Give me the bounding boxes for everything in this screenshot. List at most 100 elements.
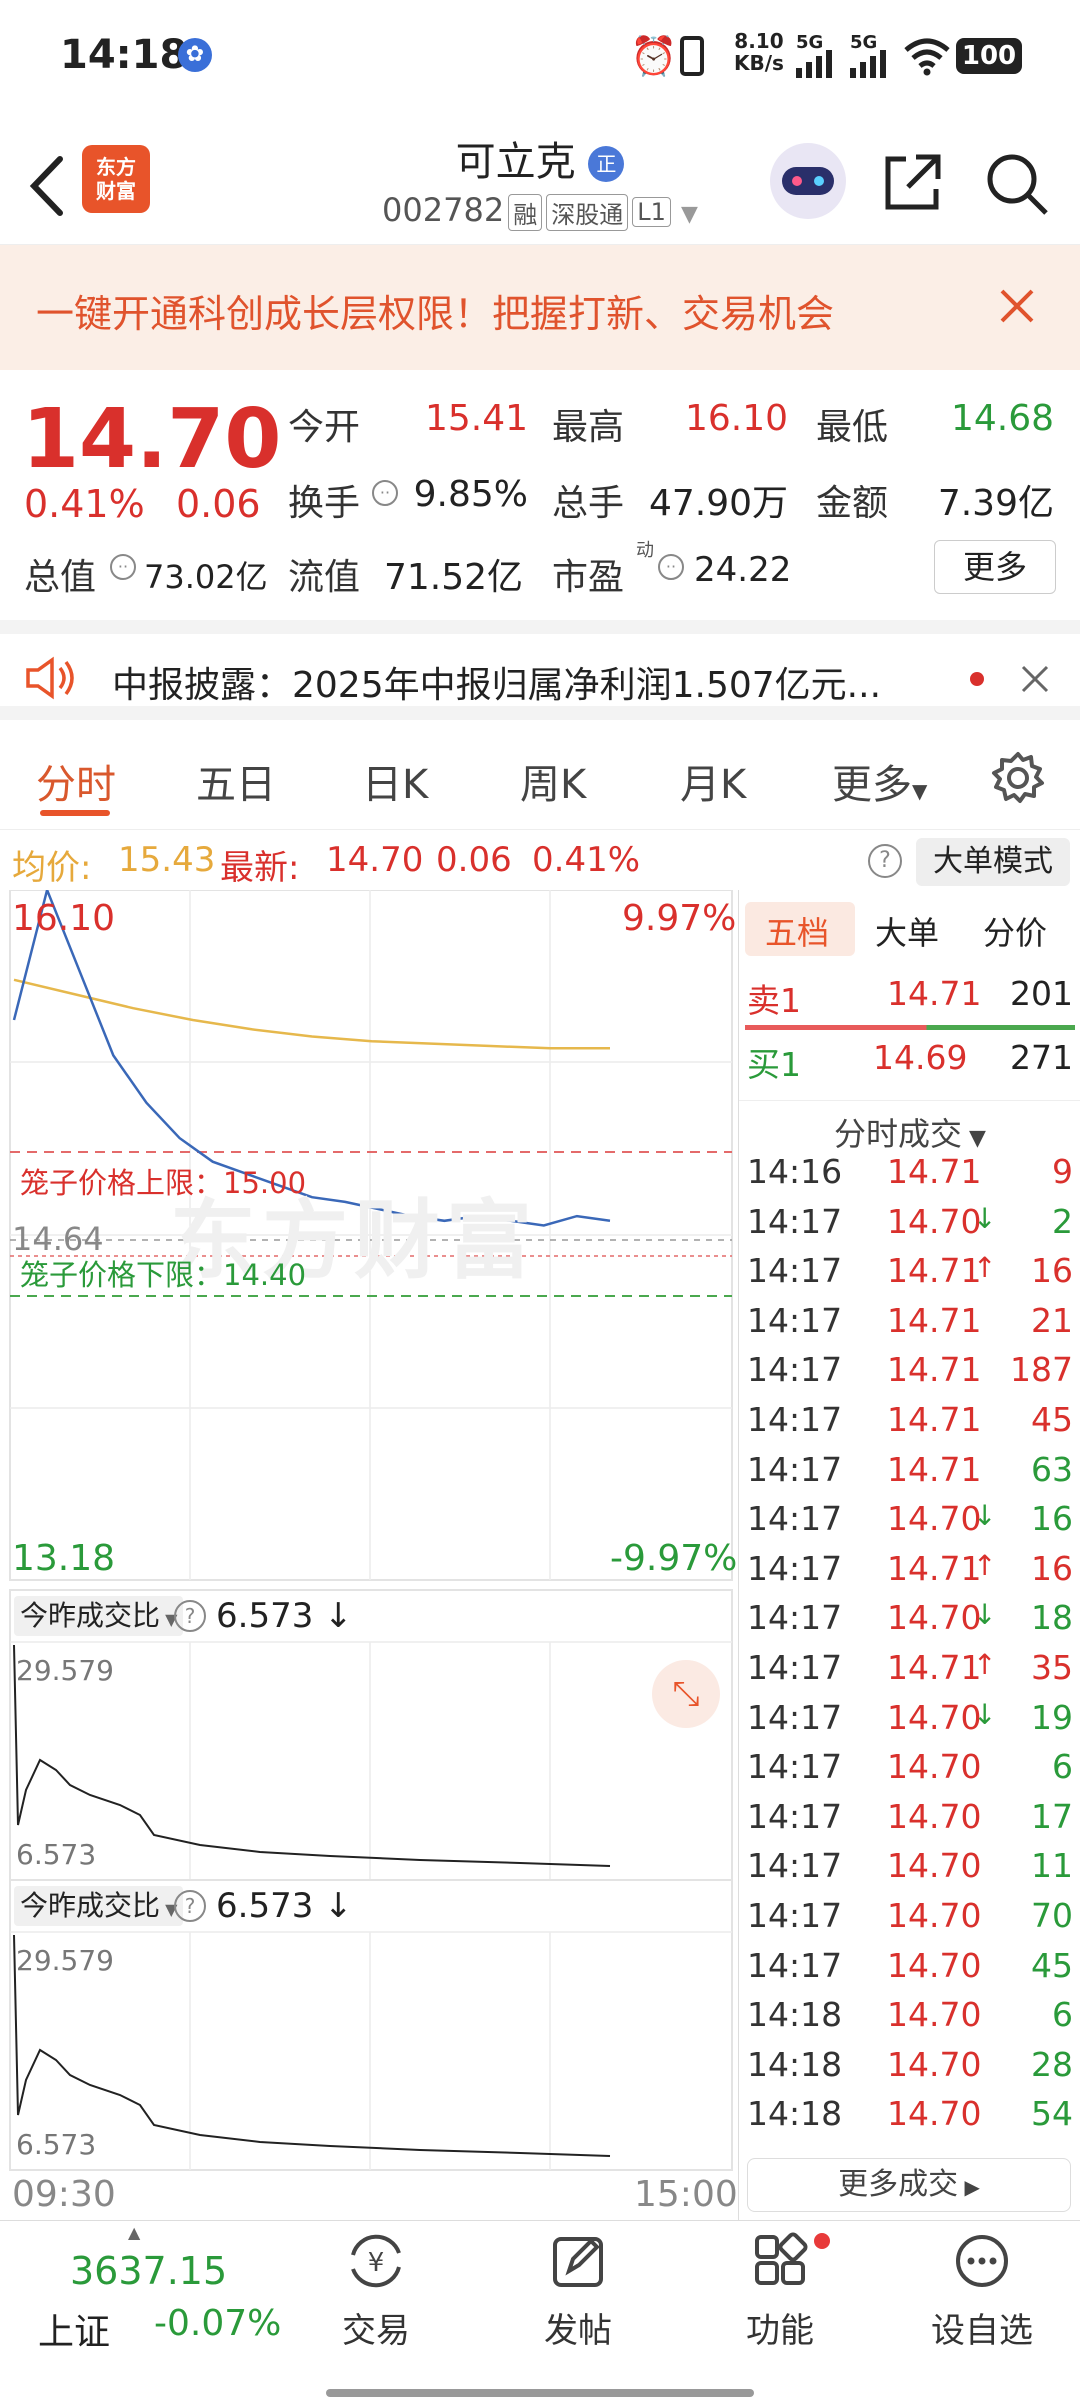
trade-row: 14:17 14.71 45	[739, 1400, 1080, 1450]
info-icon[interactable]: ··	[658, 554, 684, 580]
latest-value: 14.70	[326, 840, 424, 880]
buy1-row: 买1 14.69 271	[739, 1038, 1080, 1088]
price-summary-line: 均价: 15.43 最新: 14.70 0.06 0.41% ? 大单模式	[0, 830, 1080, 890]
tab-weekly-k[interactable]: 周K	[520, 752, 586, 810]
tab-daily-k[interactable]: 日K	[362, 752, 428, 810]
pe-label: 市盈	[552, 557, 625, 598]
trade-price: 14.71	[887, 1449, 982, 1489]
search-icon[interactable]	[984, 151, 1050, 217]
nav-trade[interactable]: ¥ 交易	[306, 2231, 446, 2352]
amount-label: 金额	[816, 483, 889, 524]
sell1-label: 卖1	[747, 981, 801, 1020]
book-tab-level5[interactable]: 五档	[765, 908, 829, 954]
sell-bar	[745, 1025, 1075, 1030]
avg-label: 均价:	[12, 848, 92, 888]
y-axis-bottom: 13.18	[12, 1538, 116, 1579]
nav-functions[interactable]: 功能	[710, 2231, 850, 2352]
trade-time: 14:17	[747, 1400, 843, 1439]
trade-row: 14:17 14.71 ↑ 16	[739, 1251, 1080, 1301]
trade-icon: ¥	[351, 2234, 401, 2288]
trade-price: 14.70	[887, 1201, 982, 1241]
news-ticker[interactable]: 中报披露：2025年中报归属净利润1.507亿元...	[0, 620, 1080, 720]
share-icon[interactable]	[880, 151, 944, 215]
status-bar: 14:18 ✿ ⏰ 8.10 KB/s 5G 5G 100	[0, 0, 1080, 115]
book-tab-big-order[interactable]: 大单	[875, 908, 939, 954]
trade-row: 14:17 14.70 17	[739, 1797, 1080, 1847]
float-value: 71.52亿	[384, 557, 524, 598]
trade-volume: 2	[1052, 1201, 1073, 1241]
trade-price: 14.70	[887, 1896, 982, 1935]
trade-time: 14:17	[747, 1896, 843, 1935]
sub-indicator-selector-2[interactable]: 今昨成交比 ▼	[14, 1886, 184, 1926]
book-tab-price[interactable]: 分价	[983, 908, 1047, 954]
trade-volume: 70	[1031, 1896, 1073, 1935]
expand-icon[interactable]: ⤡	[652, 1660, 720, 1728]
change-amount: 0.06	[176, 482, 261, 526]
close-icon[interactable]	[998, 287, 1036, 325]
trade-time: 14:17	[747, 1747, 843, 1787]
close-icon[interactable]	[1020, 664, 1050, 694]
volume-value: 47.90万	[648, 483, 788, 524]
trade-price: 14.70	[887, 2094, 982, 2134]
caret-up-icon: ▲	[128, 2223, 141, 2242]
trade-time: 14:18	[747, 2044, 843, 2084]
gear-icon[interactable]	[990, 750, 1046, 806]
trade-price: 14.70	[887, 1747, 982, 1787]
intraday-chart[interactable]: 东方财富 16.10 9.97% 笼子价格上限：15.00 14.64 笼子价格…	[0, 890, 738, 2220]
help-icon[interactable]: ?	[174, 1600, 206, 1632]
promo-banner[interactable]: 一键开通科创成长层权限！把握打新、交易机会	[0, 245, 1080, 370]
more-trades-button[interactable]: 更多成交 ▶	[747, 2158, 1071, 2212]
tag-margin: 融	[508, 193, 543, 231]
trade-time: 14:17	[747, 1846, 843, 1886]
trade-volume: 19	[1031, 1697, 1073, 1737]
svg-text:¥: ¥	[368, 2248, 385, 2278]
index-value: 3637.15	[70, 2249, 228, 2293]
notification-dot	[814, 2233, 830, 2249]
nav-post[interactable]: 发帖	[508, 2231, 648, 2352]
baidu-icon: ✿	[178, 38, 212, 72]
avg-value: 15.43	[118, 840, 216, 880]
index-name: 上证	[38, 2312, 111, 2353]
latest-change: 0.06	[436, 840, 512, 880]
tag-level: L1	[632, 197, 671, 227]
trade-arrow: ↑	[973, 1251, 997, 1285]
caret-down-icon: ▼	[912, 779, 928, 803]
trade-price: 14.71	[887, 1548, 982, 1588]
trade-row: 14:17 14.71 ↑ 16	[739, 1549, 1080, 1599]
y-axis-top: 16.10	[12, 898, 116, 939]
tab-more[interactable]: 更多▼	[832, 752, 927, 810]
trade-time: 14:17	[747, 1300, 843, 1340]
trade-volume: 21	[1031, 1300, 1073, 1340]
help-icon[interactable]: ?	[868, 844, 902, 878]
more-dots-icon	[956, 2235, 1008, 2287]
unread-dot	[970, 672, 984, 686]
tab-intraday[interactable]: 分时	[36, 752, 116, 810]
assistant-avatar[interactable]	[770, 143, 846, 219]
index-widget[interactable]: ▲ 3637.15 上证 -0.07%	[0, 2221, 300, 2371]
signal-bars-icon-2	[850, 50, 886, 78]
trade-price: 14.70	[887, 1499, 982, 1539]
sub-indicator-selector-1[interactable]: 今昨成交比 ▼	[14, 1596, 184, 1636]
trades-title[interactable]: 分时成交 ▼	[739, 1100, 1080, 1155]
high-label: 最高	[552, 407, 625, 448]
nav-add-watchlist[interactable]: 设自选	[912, 2231, 1052, 2352]
trade-volume: 6	[1052, 1995, 1073, 2035]
info-icon[interactable]: ··	[110, 554, 136, 580]
trade-price: 14.71	[887, 1152, 982, 1191]
more-quote-button[interactable]: 更多	[934, 540, 1056, 594]
info-icon[interactable]: ··	[372, 480, 398, 506]
trade-price: 14.71	[887, 1648, 982, 1687]
sub-value-2: 6.573 ↓	[216, 1886, 353, 1926]
trade-volume: 45	[1031, 1400, 1073, 1439]
enterprise-badge: 正	[588, 146, 625, 182]
help-icon[interactable]: ?	[174, 1890, 206, 1922]
tab-five-day[interactable]: 五日	[196, 752, 276, 810]
tab-monthly-k[interactable]: 月K	[680, 752, 746, 810]
mktcap-label: 总值	[24, 557, 97, 598]
trade-time: 14:17	[747, 1251, 843, 1291]
trade-row: 14:18 14.70 28	[739, 2045, 1080, 2095]
trade-price: 14.70	[887, 1598, 982, 1638]
mktcap-value: 73.02亿	[144, 558, 268, 596]
signal-bars-icon	[796, 50, 832, 78]
big-order-mode-button[interactable]: 大单模式	[916, 838, 1070, 886]
